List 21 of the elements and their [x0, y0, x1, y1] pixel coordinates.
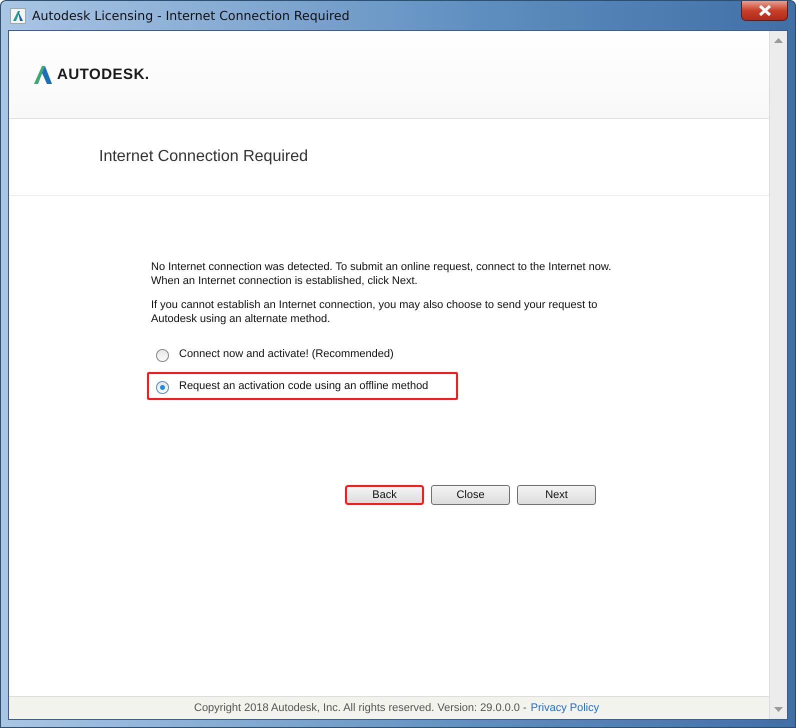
scroll-up-icon[interactable] [774, 38, 783, 43]
radio-button[interactable] [156, 349, 169, 362]
app-icon [10, 8, 26, 24]
page-heading: Internet Connection Required [99, 148, 308, 166]
privacy-policy-link[interactable]: Privacy Policy [530, 702, 600, 714]
logo-icon [33, 64, 53, 84]
instruction-text: If you cannot establish an Internet connection, you may also choose to send your request to Autodesk using an alternate method. [151, 298, 598, 326]
radio-button[interactable] [156, 381, 169, 394]
close-icon [758, 5, 772, 16]
logo-wordmark: AUTODESK. [57, 66, 150, 83]
radio-option[interactable]: Connect now and activate! (Recommended) [147, 340, 458, 368]
scroll-down-icon[interactable] [774, 707, 783, 712]
dialog-button[interactable]: Back [345, 485, 424, 505]
close-button[interactable] [741, 1, 788, 21]
dialog-button[interactable]: Close [431, 485, 510, 505]
scrollbar[interactable] [769, 31, 787, 719]
instruction-text: No Internet connection was detected. To submit an online request, connect to the Internet now. When an Internet connection is established, click Next. [151, 260, 612, 288]
dialog-button[interactable]: Next [517, 485, 596, 505]
copyright-text: Copyright 2018 Autodesk, Inc. All rights reserved. Version: 29.0.0.0 - [194, 702, 527, 714]
radio-option[interactable]: Request an activation code using an offline method [147, 372, 458, 400]
window-title: Autodesk Licensing - Internet Connection Required [32, 8, 350, 23]
